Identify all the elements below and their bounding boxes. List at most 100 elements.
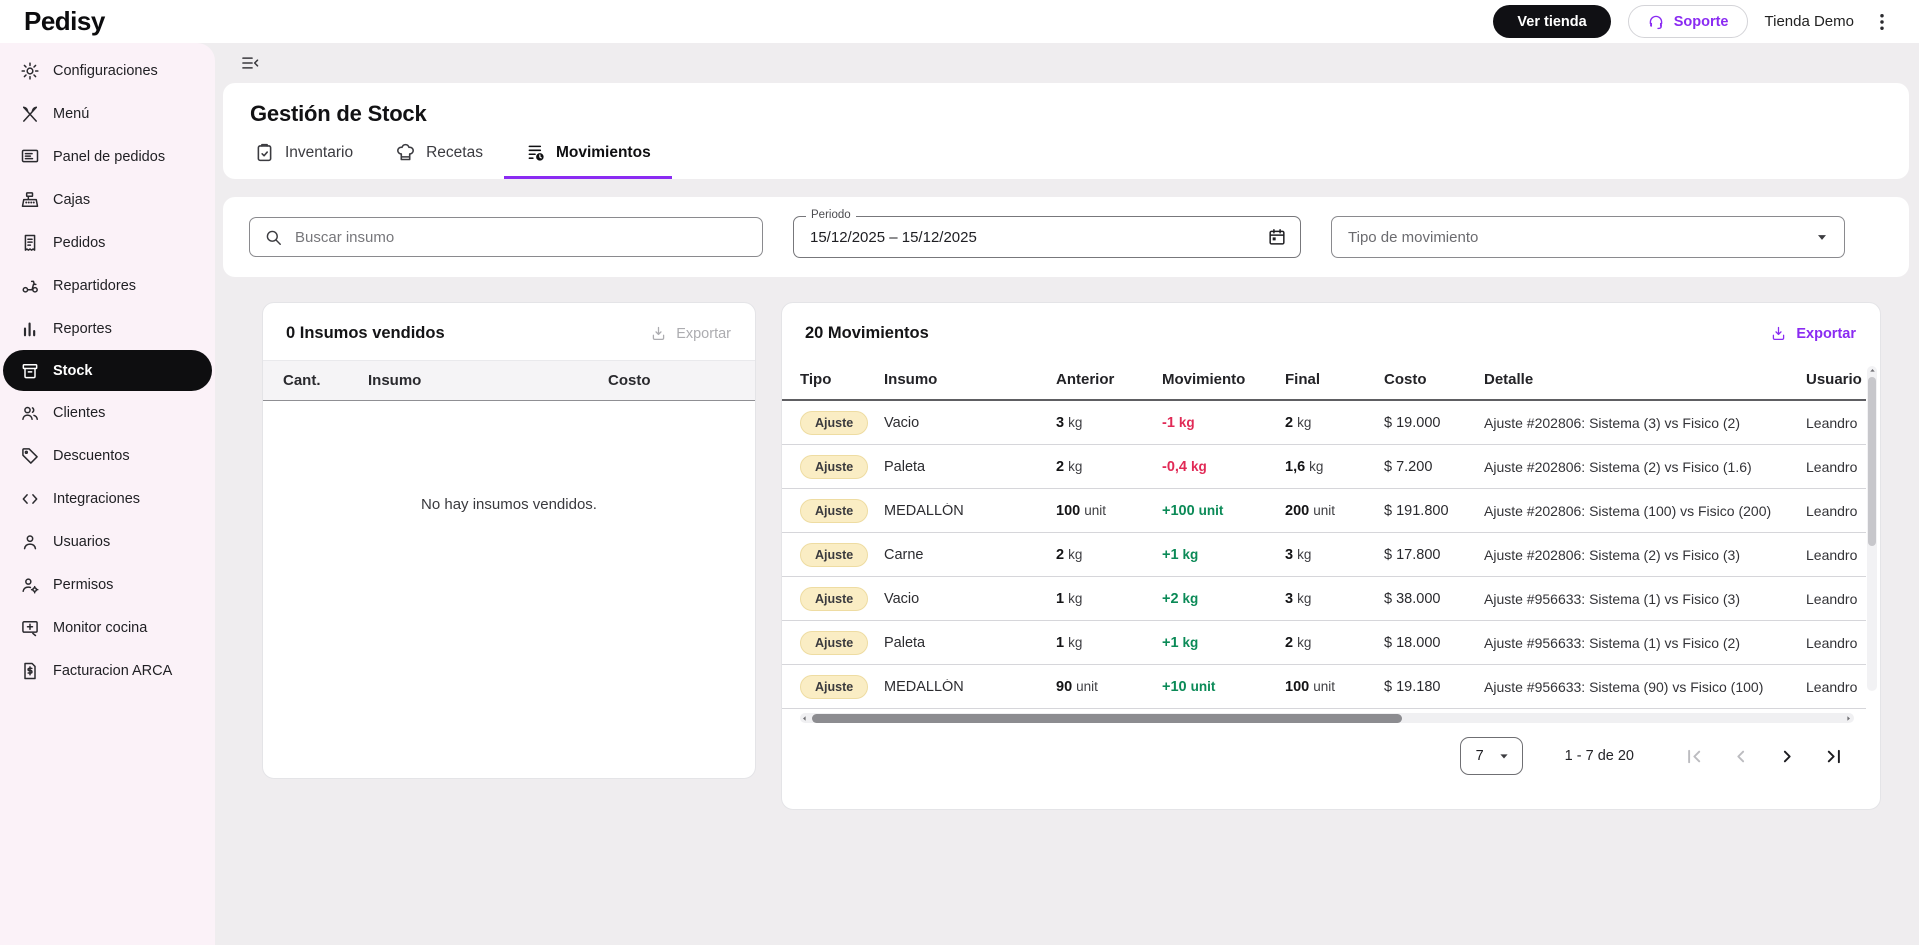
- sidebar-item-integraciones[interactable]: Integraciones: [0, 477, 215, 520]
- tab-recetas[interactable]: Recetas: [374, 142, 504, 179]
- cell-insumo: MEDALLÓN: [884, 503, 1056, 519]
- tipo-movimiento-placeholder: Tipo de movimiento: [1348, 229, 1478, 246]
- tipo-badge: Ajuste: [800, 455, 868, 479]
- cell-tipo: Ajuste: [800, 543, 884, 567]
- calendar-icon[interactable]: [1267, 227, 1287, 247]
- cell-movimiento: +1kg: [1162, 547, 1285, 563]
- clipboard-check-icon: [254, 142, 275, 163]
- sidebar-item-permisos[interactable]: Permisos: [0, 563, 215, 606]
- scooter-icon: [20, 276, 40, 296]
- invoice-icon: [20, 661, 40, 681]
- movimientos-table-header: TipoInsumoAnteriorMovimientoFinalCostoDe…: [782, 360, 1866, 401]
- scroll-left-icon[interactable]: [800, 714, 809, 723]
- sidebar-item-repartidores[interactable]: Repartidores: [0, 264, 215, 307]
- soporte-button[interactable]: Soporte: [1628, 5, 1748, 38]
- column-header-insumo: Insumo: [884, 371, 1056, 388]
- sidebar-item-label: Panel de pedidos: [53, 149, 165, 165]
- sidebar-item-reportes[interactable]: Reportes: [0, 307, 215, 350]
- horizontal-scrollbar[interactable]: [800, 713, 1854, 723]
- filter-bar: Periodo 15/12/2025 – 15/12/2025 Tipo de …: [223, 197, 1909, 277]
- sidebar-item-label: Usuarios: [53, 534, 110, 550]
- cell-movimiento: +2kg: [1162, 591, 1285, 607]
- next-page-button[interactable]: [1777, 746, 1798, 767]
- previous-page-button[interactable]: [1730, 746, 1751, 767]
- horizontal-scrollbar-thumb[interactable]: [812, 714, 1402, 723]
- sidebar-item-configuraciones[interactable]: Configuraciones: [0, 49, 215, 92]
- cell-costo: $ 18.000: [1384, 635, 1484, 651]
- kebab-menu-icon[interactable]: [1871, 11, 1893, 33]
- cell-movimiento: +100unit: [1162, 503, 1285, 519]
- cell-anterior: 90unit: [1056, 679, 1162, 695]
- sidebar-item-stock[interactable]: Stock: [3, 350, 212, 391]
- app-logo: Pedisy: [24, 6, 105, 37]
- cell-anterior: 100unit: [1056, 503, 1162, 519]
- sidebar-item-monitor-cocina[interactable]: Monitor cocina: [0, 606, 215, 649]
- tab-movimientos[interactable]: Movimientos: [504, 142, 672, 179]
- cell-tipo: Ajuste: [800, 675, 884, 699]
- tipo-badge: Ajuste: [800, 675, 868, 699]
- collapse-sidebar-icon[interactable]: [240, 53, 260, 73]
- code-icon: [20, 489, 40, 509]
- download-icon: [650, 325, 667, 342]
- sidebar-item-descuentos[interactable]: Descuentos: [0, 434, 215, 477]
- cell-insumo: Paleta: [884, 635, 1056, 651]
- sidebar-item-label: Cajas: [53, 192, 90, 208]
- page-header-card: Gestión de Stock InventarioRecetasMovimi…: [223, 83, 1909, 179]
- cell-tipo: Ajuste: [800, 411, 884, 435]
- cell-final: 200unit: [1285, 503, 1384, 519]
- page-size-select[interactable]: 7: [1460, 737, 1523, 775]
- search-input[interactable]: [295, 229, 748, 246]
- sidebar-item-facturacion-arca[interactable]: Facturacion ARCA: [0, 649, 215, 692]
- sidebar-item-label: Integraciones: [53, 491, 140, 507]
- periodo-field[interactable]: Periodo 15/12/2025 – 15/12/2025: [793, 216, 1301, 258]
- store-name: Tienda Demo: [1765, 13, 1855, 30]
- insumos-export-label: Exportar: [676, 326, 731, 342]
- tab-inventario[interactable]: Inventario: [233, 142, 374, 179]
- vertical-scrollbar-thumb[interactable]: [1868, 377, 1876, 546]
- scroll-up-icon[interactable]: [1868, 366, 1877, 375]
- movimientos-export-label: Exportar: [1796, 326, 1856, 342]
- sidebar-item-clientes[interactable]: Clientes: [0, 391, 215, 434]
- tipo-movimiento-select[interactable]: Tipo de movimiento: [1331, 216, 1845, 258]
- sidebar-item-cajas[interactable]: Cajas: [0, 178, 215, 221]
- sidebar-item-pedidos[interactable]: Pedidos: [0, 221, 215, 264]
- tipo-badge: Ajuste: [800, 543, 868, 567]
- sidebar-item-label: Stock: [53, 363, 93, 379]
- cell-final: 3kg: [1285, 591, 1384, 607]
- topbar: Pedisy Ver tienda Soporte Tienda Demo: [0, 0, 1919, 43]
- bar-chart-icon: [20, 319, 40, 339]
- utensils-icon: [20, 104, 40, 124]
- insumos-table-header: Cant.InsumoCosto: [263, 360, 755, 401]
- scroll-right-icon[interactable]: [1844, 714, 1853, 723]
- column-header-usuario: Usuario: [1806, 371, 1866, 388]
- movimientos-export-button[interactable]: Exportar: [1770, 325, 1856, 342]
- column-header-costo: Costo: [608, 372, 755, 389]
- cell-costo: $ 7.200: [1384, 459, 1484, 475]
- column-header-detalle: Detalle: [1484, 371, 1806, 388]
- cell-final: 2kg: [1285, 415, 1384, 431]
- last-page-button[interactable]: [1824, 746, 1845, 767]
- column-header-anterior: Anterior: [1056, 371, 1162, 388]
- cell-usuario: Leandro: [1806, 635, 1866, 651]
- table-row: AjusteMEDALLÓN100unit+100unit200unit$ 19…: [782, 489, 1866, 533]
- ver-tienda-button[interactable]: Ver tienda: [1493, 5, 1610, 38]
- tag-icon: [20, 446, 40, 466]
- cell-usuario: Leandro: [1806, 679, 1866, 695]
- person-gear-icon: [20, 575, 40, 595]
- vertical-scrollbar[interactable]: [1867, 366, 1877, 691]
- download-icon: [1770, 325, 1787, 342]
- table-row: AjusteVacio1kg+2kg3kg$ 38.000Ajuste #956…: [782, 577, 1866, 621]
- sidebar-item-menu[interactable]: Menú: [0, 92, 215, 135]
- column-header-final: Final: [1285, 371, 1384, 388]
- cell-insumo: Carne: [884, 547, 1056, 563]
- insumos-export-button[interactable]: Exportar: [650, 325, 731, 342]
- cell-detalle: Ajuste #202806: Sistema (2) vs Fisico (1…: [1484, 459, 1806, 475]
- cell-insumo: Paleta: [884, 459, 1056, 475]
- sidebar-item-label: Descuentos: [53, 448, 130, 464]
- movimientos-panel: 20 Movimientos Exportar TipoInsumoAnteri…: [781, 302, 1881, 810]
- cell-movimiento: +10unit: [1162, 679, 1285, 695]
- movimientos-panel-header: 20 Movimientos Exportar: [782, 303, 1880, 360]
- sidebar-item-usuarios[interactable]: Usuarios: [0, 520, 215, 563]
- sidebar-item-panel-de-pedidos[interactable]: Panel de pedidos: [0, 135, 215, 178]
- first-page-button[interactable]: [1683, 746, 1704, 767]
